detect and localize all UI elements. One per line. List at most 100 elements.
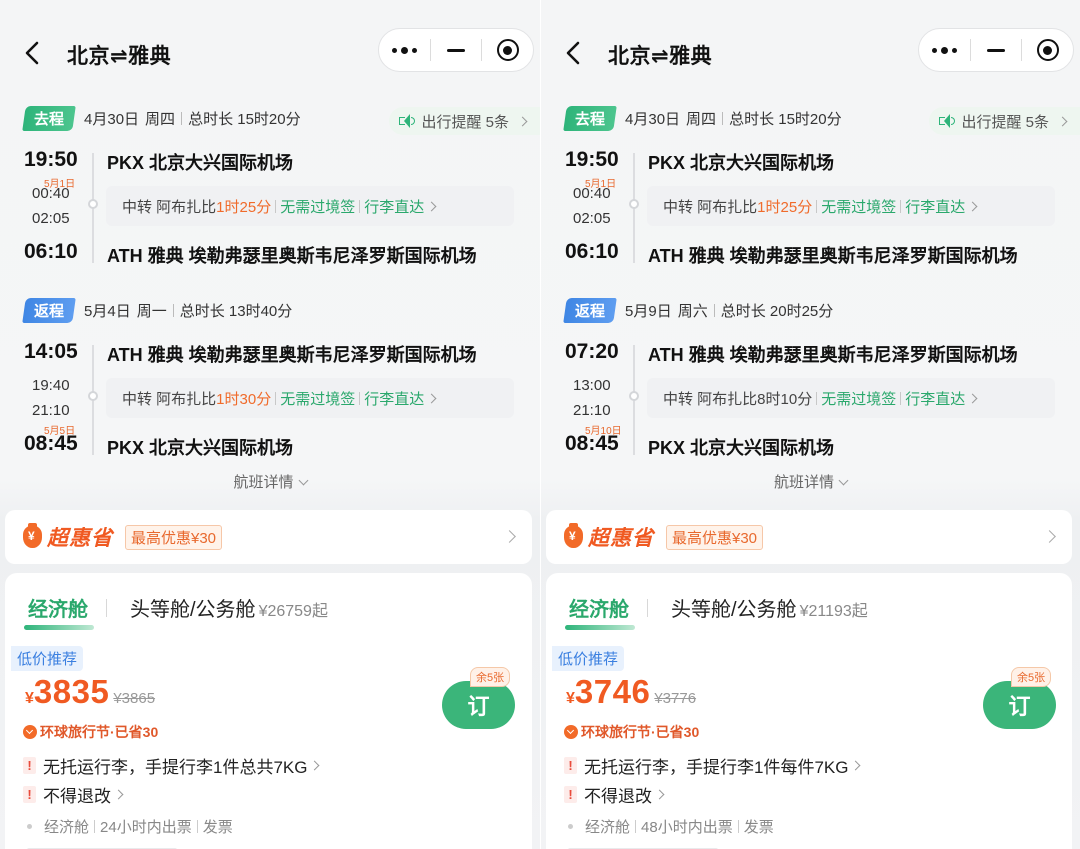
transfer-label: 中转 阿布扎比 — [663, 198, 758, 216]
return-transfer-info[interactable]: 中转 阿布扎比 8时10分 无需过境签 行李直达 — [647, 378, 1055, 418]
speaker-icon — [399, 114, 416, 128]
travel-reminder-button[interactable]: 出行提醒 5条 — [389, 107, 540, 135]
chevron-right-icon — [426, 393, 437, 403]
currency-symbol: ¥ — [566, 690, 575, 707]
outbound-weekday: 周四 — [686, 110, 717, 128]
footer-invoice: 发票 — [743, 819, 774, 836]
return-arrive-airport: PKX 北京大兴国际机场 — [648, 438, 835, 458]
back-arrow-icon — [566, 41, 580, 65]
first-class-price: ¥26759起 — [258, 603, 328, 620]
outbound-date: 4月30日 — [84, 110, 140, 128]
outbound-date: 4月30日 — [625, 110, 681, 128]
minimize-icon — [987, 48, 1005, 52]
outbound-duration: 总时长 15时20分 — [188, 110, 301, 128]
outbound-header: 去程 4月30日 周四 总时长 15时20分 — [563, 105, 842, 131]
price-value: 3746 — [574, 673, 651, 710]
outbound-leg: 去程 4月30日 周四 总时长 15时20分 出行提醒 5条 19:50 PKX… — [541, 105, 1080, 295]
flight-details-label: 航班详情 — [773, 474, 834, 491]
cabin-card: 经济舱 头等舱/公务舱 ¥21193起 低价推荐 ¥3746 ¥3776 环球旅行节… — [546, 573, 1072, 849]
refund-rule[interactable]: ! 不得退改 — [23, 782, 124, 807]
flight-details-toggle[interactable]: 航班详情 — [541, 471, 1080, 492]
return-depart-time: 07:20 — [565, 340, 619, 363]
transfer-depart-time: 02:05 — [573, 210, 611, 227]
arrive-airport: ATH 雅典 埃勒弗瑟里奥斯韦尼泽罗斯国际机场 — [648, 246, 1018, 266]
timeline-dot — [629, 391, 639, 401]
money-bag-icon — [23, 523, 42, 548]
outbound-duration: 总时长 15时20分 — [729, 110, 842, 128]
promo-banner[interactable]: 超惠省 最高优惠¥30 — [5, 510, 532, 564]
close-button[interactable] — [1022, 29, 1073, 71]
timeline-dot — [629, 199, 639, 209]
transfer-duration: 1时25分 — [216, 198, 272, 216]
arrive-time: 06:10 — [24, 240, 78, 263]
money-bag-icon — [564, 523, 583, 548]
baggage-through-label: 行李直达 — [905, 198, 966, 216]
return-weekday: 周六 — [677, 302, 708, 320]
promo-brand: 超惠省 — [47, 527, 113, 550]
transfer-info[interactable]: 中转 阿布扎比 1时25分 无需过境签 行李直达 — [106, 186, 514, 226]
refund-rule[interactable]: ! 不得退改 — [564, 782, 665, 807]
timeline-dot — [88, 391, 98, 401]
nav-header: 北京⇌雅典 — [0, 28, 540, 78]
footer-invoice: 发票 — [202, 819, 233, 836]
footer-cabin: 经济舱 — [44, 819, 90, 836]
return-duration: 总时长 20时25分 — [720, 302, 834, 320]
timeline-dot — [88, 199, 98, 209]
transfer-label: 中转 阿布扎比 — [122, 198, 217, 216]
return-arrive-time: 08:45 — [565, 432, 619, 455]
minimize-button[interactable] — [971, 29, 1022, 71]
flight-details-toggle[interactable]: 航班详情 — [0, 471, 540, 492]
seats-left-badge: 余5张 — [470, 667, 511, 687]
depart-airport: PKX 北京大兴国际机场 — [107, 153, 294, 173]
back-button[interactable] — [559, 38, 589, 68]
travel-reminder-label: 出行提醒 5条 — [421, 113, 509, 131]
down-arrow-icon — [564, 725, 578, 739]
route-title: 北京⇌雅典 — [67, 45, 172, 68]
travel-reminder-button[interactable]: 出行提醒 5条 — [929, 107, 1080, 135]
no-visa-label: 无需过境签 — [280, 390, 356, 408]
tab-first-label: 头等舱/公务舱 — [671, 599, 797, 621]
transfer-info[interactable]: 中转 阿布扎比 1时25分 无需过境签 行李直达 — [647, 186, 1055, 226]
no-visa-label: 无需过境签 — [280, 198, 356, 216]
depart-airport: PKX 北京大兴国际机场 — [648, 153, 835, 173]
return-tag: 返程 — [563, 297, 617, 323]
footer-issue-time: 48小时内出票 — [641, 819, 733, 836]
more-button[interactable] — [919, 29, 970, 71]
first-class-price: ¥21193起 — [799, 603, 868, 620]
promo-banner[interactable]: 超惠省 最高优惠¥30 — [546, 510, 1072, 564]
tab-first-business[interactable]: 头等舱/公务舱 ¥21193起 — [671, 593, 868, 622]
warning-icon: ! — [23, 757, 36, 774]
minimize-button[interactable] — [431, 29, 482, 71]
bullet-dot — [27, 824, 32, 829]
return-arrive-airport: PKX 北京大兴国际机场 — [107, 438, 294, 458]
return-tag: 返程 — [22, 297, 76, 323]
back-button[interactable] — [18, 38, 48, 68]
transfer-label: 中转 阿布扎比 — [663, 390, 758, 408]
return-header: 返程 5月9日 周六 总时长 20时25分 — [563, 297, 834, 323]
close-button[interactable] — [482, 29, 533, 71]
original-price: ¥3776 — [654, 690, 697, 707]
return-transfer-arrive-time: 19:40 — [32, 377, 70, 394]
chevron-right-icon — [967, 201, 978, 211]
return-transfer-info[interactable]: 中转 阿布扎比 1时30分 无需过境签 行李直达 — [106, 378, 514, 418]
book-button[interactable]: 订 — [442, 681, 515, 729]
return-leg: 返程 5月4日 周一 总时长 13时40分 14:05 ATH 雅典 埃勒弗瑟里… — [0, 297, 540, 487]
return-leg: 返程 5月9日 周六 总时长 20时25分 07:20 ATH 雅典 埃勒弗瑟里… — [541, 297, 1080, 487]
baggage-rule[interactable]: ! 无托运行李，手提行李1件总共7KG — [23, 753, 320, 778]
tab-first-business[interactable]: 头等舱/公务舱 ¥26759起 — [130, 593, 328, 622]
more-button[interactable] — [379, 29, 430, 71]
tab-economy[interactable]: 经济舱 — [565, 593, 635, 630]
tab-economy[interactable]: 经济舱 — [24, 593, 94, 630]
original-price: ¥3865 — [113, 690, 156, 707]
fare-price: ¥3835 ¥3865 — [25, 673, 155, 711]
outbound-tag: 去程 — [563, 105, 617, 131]
outbound-leg: 去程 4月30日 周四 总时长 15时20分 出行提醒 5条 19:50 PKX… — [0, 105, 540, 295]
book-button[interactable]: 订 — [983, 681, 1056, 729]
return-depart-time: 14:05 — [24, 340, 78, 363]
seats-left-badge: 余5张 — [1011, 667, 1052, 687]
max-discount-badge: 最高优惠¥30 — [125, 524, 223, 550]
return-transfer-depart-time: 21:10 — [573, 402, 611, 419]
tab-divider — [106, 599, 107, 617]
baggage-rule[interactable]: ! 无托运行李，手提行李1件每件7KG — [564, 753, 861, 778]
chevron-right-icon — [503, 530, 516, 543]
